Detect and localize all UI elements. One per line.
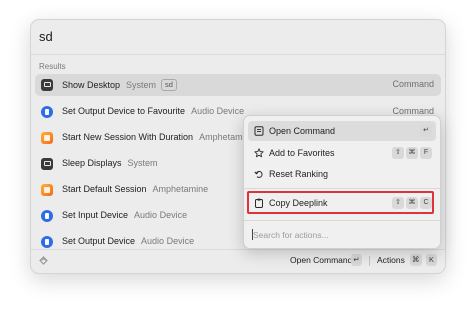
result-accessory: Command bbox=[392, 79, 434, 89]
enter-key-hint: ↵ bbox=[420, 125, 432, 137]
shift-key-hint: ⇧ bbox=[392, 147, 404, 159]
result-title: Set Output Device bbox=[62, 236, 136, 246]
raycast-logo-icon bbox=[39, 256, 48, 265]
monitor-icon bbox=[41, 79, 53, 91]
action-label: Open Command bbox=[269, 126, 336, 136]
action-add-to-favorites[interactable]: Add to Favorites ⇧ ⌘ F bbox=[248, 143, 436, 163]
result-subtitle: Audio Device bbox=[134, 210, 188, 220]
footer-bar: Open Command ↵ Actions ⌘ K bbox=[31, 249, 445, 273]
search-divider bbox=[31, 54, 445, 55]
footer-primary-action[interactable]: Open Command bbox=[290, 255, 352, 265]
footer-actions-button[interactable]: Actions bbox=[377, 255, 405, 265]
result-title: Start New Session With Duration bbox=[62, 132, 194, 142]
result-subtitle: Audio Device bbox=[141, 236, 195, 246]
action-search-input[interactable]: Search for actions... bbox=[253, 230, 329, 240]
action-search-divider bbox=[244, 220, 440, 221]
search-input[interactable]: sd bbox=[39, 29, 53, 44]
result-subtitle: System bbox=[126, 80, 157, 90]
result-title: Start Default Session bbox=[62, 184, 147, 194]
footer-separator bbox=[369, 256, 370, 266]
enter-key-hint: ↵ bbox=[351, 254, 362, 266]
result-title: Sleep Displays bbox=[62, 158, 122, 168]
amphetamine-icon bbox=[41, 184, 53, 196]
result-row-show-desktop[interactable]: Show Desktop System sd Command bbox=[35, 74, 441, 96]
command-key-hint: ⌘ bbox=[406, 147, 418, 159]
result-subtitle: System bbox=[127, 158, 158, 168]
action-label: Add to Favorites bbox=[269, 148, 335, 158]
result-title: Set Input Device bbox=[62, 210, 129, 220]
audio-device-icon bbox=[41, 210, 53, 222]
result-subtitle: Audio Device bbox=[191, 106, 245, 116]
action-open-command[interactable]: Open Command ↵ bbox=[248, 121, 436, 141]
undo-icon bbox=[254, 170, 263, 178]
alias-badge: sd bbox=[161, 79, 177, 91]
action-divider bbox=[244, 188, 440, 189]
action-label: Reset Ranking bbox=[269, 169, 329, 179]
highlight-annotation bbox=[247, 191, 434, 214]
star-icon bbox=[254, 148, 264, 158]
result-title: Set Output Device to Favourite bbox=[62, 106, 186, 116]
monitor-icon bbox=[41, 158, 53, 170]
result-title: Show Desktop bbox=[62, 80, 121, 90]
action-reset-ranking[interactable]: Reset Ranking bbox=[248, 164, 436, 184]
audio-device-icon bbox=[41, 106, 53, 118]
result-subtitle: Amphetamine bbox=[152, 184, 209, 194]
results-section-label: Results bbox=[39, 62, 66, 71]
amphetamine-icon bbox=[41, 132, 53, 144]
f-key-hint: F bbox=[420, 147, 432, 159]
command-key-hint: ⌘ bbox=[410, 254, 422, 266]
document-icon bbox=[254, 126, 264, 136]
k-key-hint: K bbox=[426, 254, 437, 266]
audio-device-icon bbox=[41, 236, 53, 248]
action-panel: Open Command ↵ Add to Favorites ⇧ ⌘ F Rese… bbox=[243, 115, 441, 249]
